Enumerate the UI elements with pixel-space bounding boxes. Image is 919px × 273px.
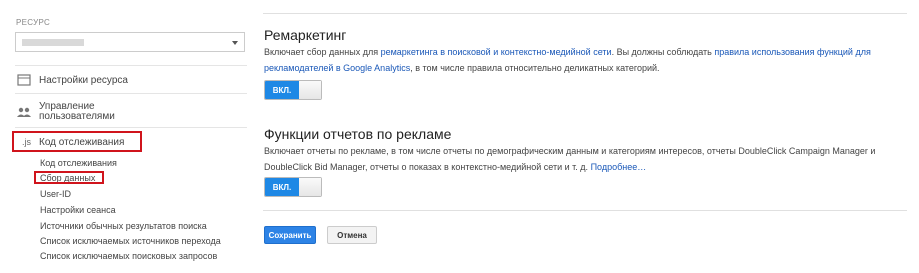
remarketing-description: Включает сбор данных для ремаркетинга в …	[264, 44, 894, 76]
ad-reports-description: Включает отчеты по рекламе, в том числе …	[264, 143, 894, 175]
remarketing-desc-text: Включает сбор данных для	[264, 47, 381, 57]
learn-more-link[interactable]: Подробнее…	[591, 162, 647, 172]
subitem-tracking-code[interactable]: Код отслеживания	[40, 157, 117, 169]
sidebar: РЕСУРС Настройки ресурса Управление поль…	[0, 0, 250, 273]
sidebar-item-label: Настройки ресурса	[39, 75, 128, 86]
sidebar-divider	[15, 65, 247, 66]
resource-name-redacted	[22, 39, 84, 46]
cancel-button[interactable]: Отмена	[327, 226, 377, 244]
analytics-admin-page: РЕСУРС Настройки ресурса Управление поль…	[0, 0, 919, 273]
resource-label: РЕСУРС	[16, 18, 51, 27]
subitem-organic-sources[interactable]: Источники обычных результатов поиска	[40, 220, 207, 232]
sidebar-divider	[15, 127, 247, 128]
chevron-down-icon	[232, 41, 238, 45]
save-button[interactable]: Сохранить	[264, 226, 316, 244]
ad-reports-title: Функции отчетов по рекламе	[264, 126, 452, 142]
subitem-session-settings[interactable]: Настройки сеанса	[40, 204, 116, 216]
remarketing-toggle[interactable]: ВКЛ.	[264, 80, 322, 100]
toggle-on-label: ВКЛ.	[265, 81, 299, 99]
toggle-knob	[299, 81, 321, 99]
document-icon	[17, 74, 31, 86]
subitem-referral-exclusion[interactable]: Список исключаемых источников перехода	[40, 235, 221, 247]
remarketing-desc-text: , в том числе правила относительно делик…	[410, 63, 660, 73]
ad-reports-toggle[interactable]: ВКЛ.	[264, 177, 322, 197]
toggle-knob	[299, 178, 321, 196]
sidebar-item-settings[interactable]: Настройки ресурса	[15, 72, 247, 88]
subitem-user-id[interactable]: User-ID	[40, 188, 71, 200]
section-divider	[263, 13, 907, 14]
highlight-box-tracking	[12, 131, 142, 152]
sidebar-item-label-line2: пользователями	[39, 111, 115, 122]
remarketing-desc-text: . Вы должны соблюдать	[611, 47, 715, 57]
ad-reports-desc-text: Включает отчеты по рекламе, в том числе …	[264, 146, 876, 172]
users-icon	[17, 107, 31, 117]
highlight-box-data-collection	[34, 171, 104, 184]
section-divider	[263, 210, 907, 211]
sidebar-item-users[interactable]: Управление пользователями	[15, 99, 247, 125]
toggle-on-label: ВКЛ.	[265, 178, 299, 196]
remarketing-title: Ремаркетинг	[264, 27, 347, 43]
remarketing-link[interactable]: ремаркетинга в поисковой и контекстно-ме…	[381, 47, 612, 57]
resource-select[interactable]	[15, 32, 245, 52]
subitem-search-term-exclusion[interactable]: Список исключаемых поисковых запросов	[40, 250, 217, 262]
sidebar-divider	[15, 93, 247, 94]
